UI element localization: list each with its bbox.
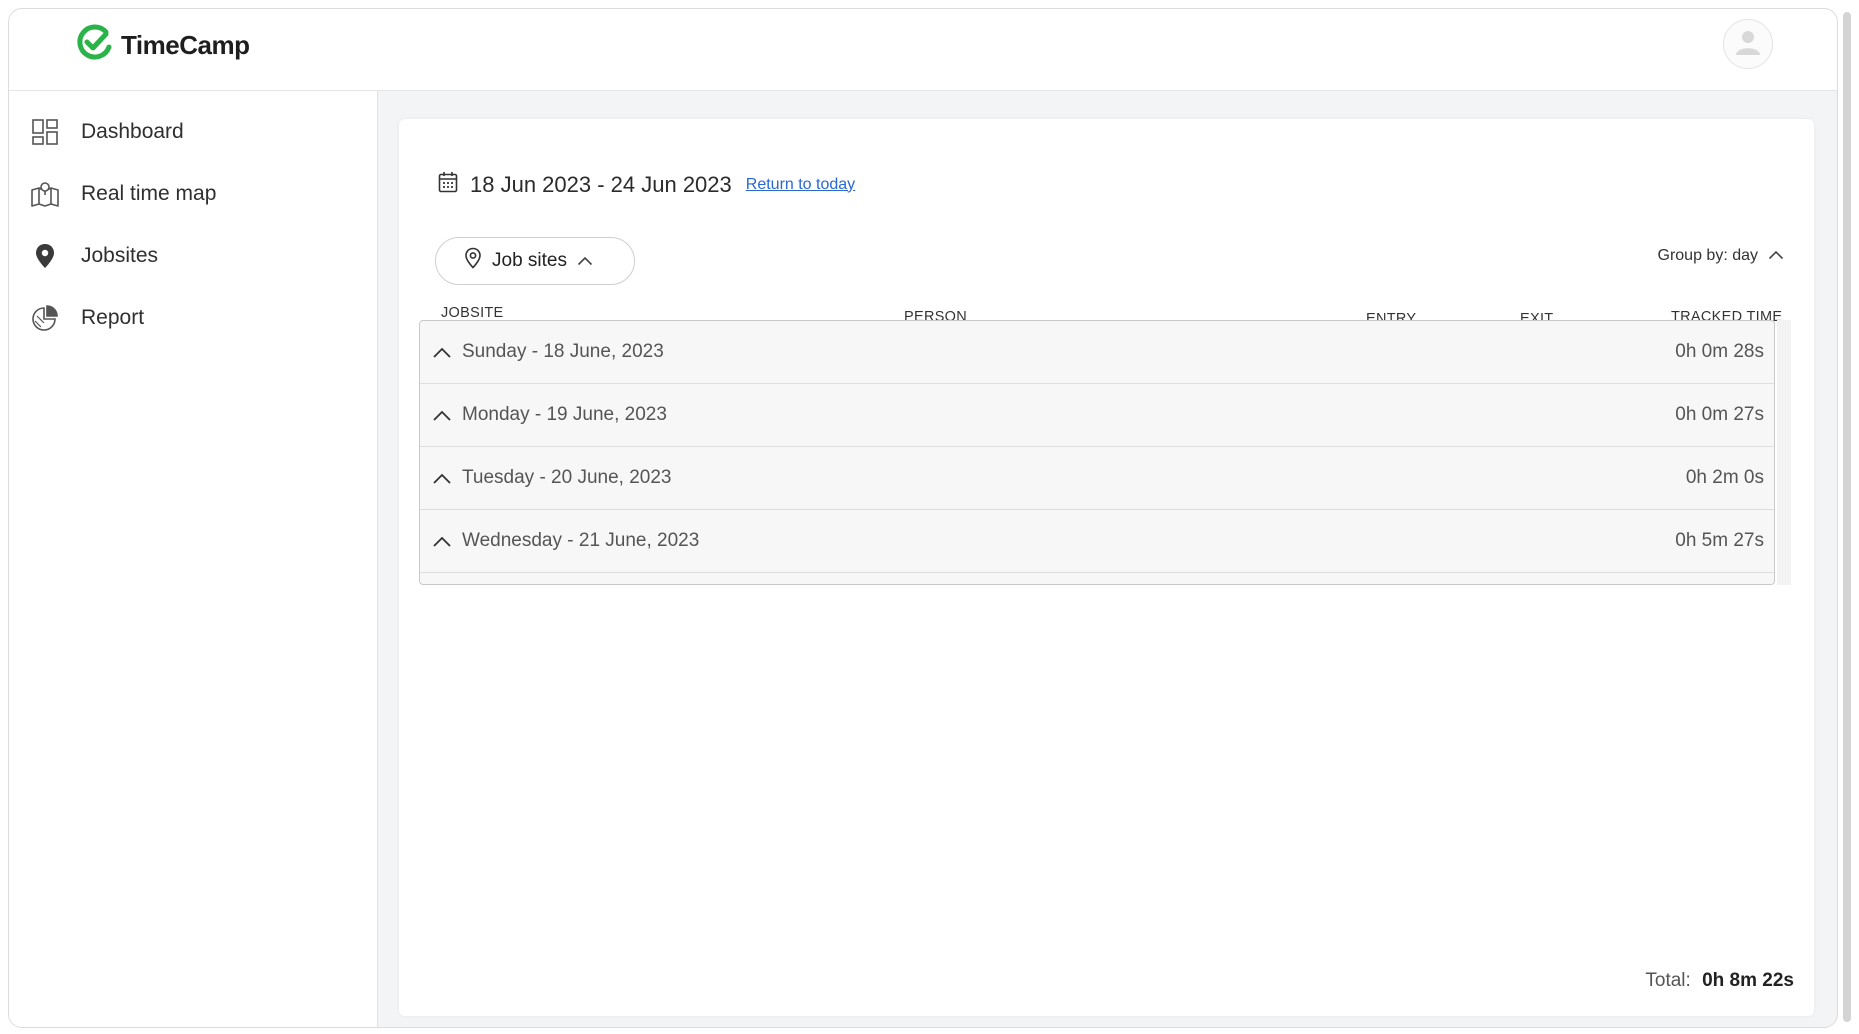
sidebar-item-jobsites[interactable]: Jobsites bbox=[29, 234, 349, 278]
total-value: 0h 8m 22s bbox=[1702, 970, 1794, 991]
sidebar-item-label: Jobsites bbox=[81, 244, 159, 267]
table-scrollbar[interactable] bbox=[1777, 320, 1791, 585]
return-to-today-link[interactable]: Return to today bbox=[746, 176, 855, 194]
chevron-up-icon[interactable] bbox=[430, 467, 454, 491]
location-outline-icon bbox=[464, 247, 482, 275]
logo-text: TimeCamp bbox=[121, 30, 250, 60]
sidebar-item-report[interactable]: Report bbox=[29, 296, 349, 340]
day-tracked-time: 0h 2m 0s bbox=[1685, 467, 1764, 488]
day-group-row[interactable]: Wednesday - 21 June, 2023 0h 5m 27s bbox=[420, 510, 1774, 573]
top-header: TimeCamp bbox=[9, 9, 1837, 91]
chevron-up-icon[interactable] bbox=[430, 404, 454, 428]
location-pin-icon bbox=[29, 240, 61, 272]
date-range-text: 18 Jun 2023 - 24 Jun 2023 bbox=[470, 171, 732, 197]
group-by-dropdown[interactable]: Group by: day bbox=[1658, 247, 1785, 265]
day-group-row[interactable]: Monday - 19 June, 2023 0h 0m 27s bbox=[420, 384, 1774, 447]
day-label: Monday - 19 June, 2023 bbox=[462, 404, 667, 425]
page-scrollbar[interactable] bbox=[1840, 8, 1854, 1028]
day-group-row[interactable]: Tuesday - 20 June, 2023 0h 2m 0s bbox=[420, 447, 1774, 510]
total-tracked-time: Total: 0h 8m 22s bbox=[1645, 970, 1794, 992]
page-scrollbar-thumb[interactable] bbox=[1843, 12, 1851, 1022]
timecamp-logo[interactable]: TimeCamp bbox=[75, 23, 250, 68]
app-window: TimeCamp Dashboard Real time map Jobsite… bbox=[8, 8, 1838, 1028]
group-by-label: Group by: day bbox=[1657, 247, 1759, 264]
calendar-icon bbox=[438, 171, 458, 198]
job-sites-filter-label: Job sites bbox=[492, 250, 567, 271]
timecamp-logo-icon bbox=[75, 23, 115, 68]
day-tracked-time: 0h 5m 27s bbox=[1675, 530, 1764, 551]
day-label: Wednesday - 21 June, 2023 bbox=[462, 530, 700, 551]
chevron-up-icon bbox=[1768, 247, 1784, 265]
sidebar-item-label: Report bbox=[81, 306, 145, 329]
sidebar-item-real-time-map[interactable]: Real time map bbox=[29, 172, 349, 216]
report-panel: 18 Jun 2023 - 24 Jun 2023 Return to toda… bbox=[399, 119, 1814, 1016]
day-group-row[interactable]: Sunday - 18 June, 2023 0h 0m 28s bbox=[420, 321, 1774, 384]
user-avatar-icon bbox=[1733, 27, 1763, 62]
sidebar-item-dashboard[interactable]: Dashboard bbox=[29, 110, 349, 154]
map-icon bbox=[29, 178, 61, 210]
job-sites-filter-button[interactable]: Job sites bbox=[435, 237, 635, 285]
day-label: Sunday - 18 June, 2023 bbox=[462, 341, 664, 362]
column-header-jobsite[interactable]: JOBSITE bbox=[441, 305, 504, 321]
chevron-up-icon bbox=[577, 250, 593, 272]
day-tracked-time: 0h 0m 27s bbox=[1675, 404, 1764, 425]
day-tracked-time: 0h 0m 28s bbox=[1675, 341, 1764, 362]
sidebar-item-label: Real time map bbox=[81, 182, 217, 205]
day-label: Tuesday - 20 June, 2023 bbox=[462, 467, 672, 488]
user-avatar[interactable] bbox=[1723, 19, 1773, 69]
sidebar-item-label: Dashboard bbox=[81, 120, 184, 143]
sidebar: Dashboard Real time map Jobsites Report bbox=[9, 91, 378, 1027]
dashboard-grid-icon bbox=[29, 116, 61, 148]
total-label: Total: bbox=[1645, 970, 1691, 991]
chevron-up-icon[interactable] bbox=[430, 530, 454, 554]
jobsite-table: Sunday - 18 June, 2023 0h 0m 28s Monday … bbox=[419, 320, 1775, 585]
chevron-up-icon[interactable] bbox=[430, 341, 454, 365]
date-range-picker[interactable]: 18 Jun 2023 - 24 Jun 2023 Return to toda… bbox=[438, 171, 855, 198]
pie-chart-icon bbox=[29, 302, 61, 334]
